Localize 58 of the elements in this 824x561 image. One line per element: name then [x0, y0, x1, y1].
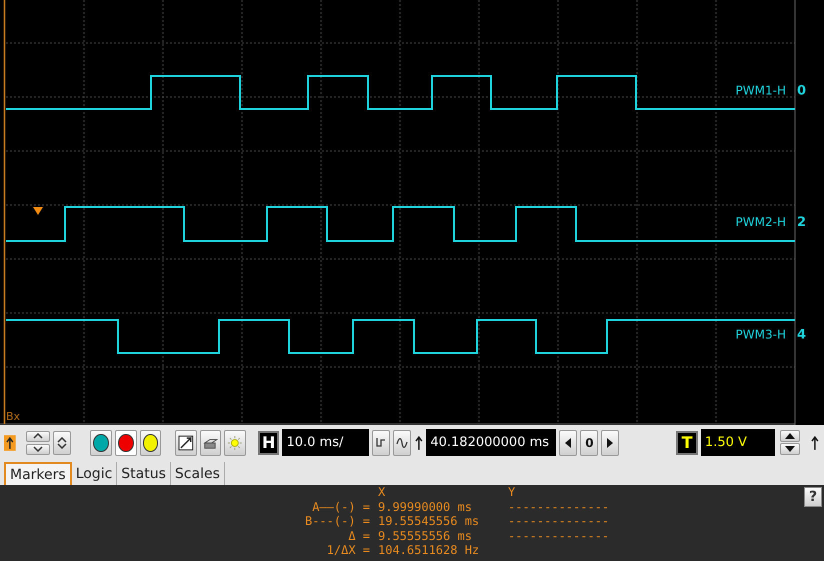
sine-button[interactable] — [392, 430, 411, 456]
up-arrow-icon[interactable] — [810, 434, 820, 450]
channel-number: 4 — [797, 328, 806, 342]
y-value: -------------- — [508, 528, 610, 543]
channel-number: 2 — [797, 215, 806, 230]
color-button[interactable] — [140, 430, 162, 456]
marker-label: Bx — [6, 410, 20, 423]
trigger-level-field[interactable]: 1.50 V — [700, 429, 776, 456]
up-arrow-icon[interactable] — [414, 434, 424, 450]
trigger-key[interactable]: T — [676, 430, 698, 454]
right-triangle-icon — [607, 438, 614, 448]
chevron-down-icon — [32, 446, 43, 452]
help-button[interactable]: ? — [804, 487, 822, 507]
color-button[interactable] — [90, 430, 112, 456]
level-up-button[interactable] — [780, 430, 800, 442]
column-header: Y — [508, 485, 516, 500]
level-down-button[interactable] — [780, 443, 800, 455]
pulse-button[interactable] — [372, 430, 390, 456]
marker-row-label: Δ = — [347, 528, 370, 543]
down-triangle-icon — [785, 446, 796, 452]
marker-row-label: B---(-) = — [304, 514, 370, 528]
up-arrow-icon[interactable] — [4, 434, 16, 450]
channel-label: PWM3-H — [736, 328, 786, 342]
sun-icon — [227, 434, 243, 452]
sine-icon — [396, 436, 408, 450]
timebase-field[interactable]: 10.0 ms/ — [282, 429, 369, 456]
scroll-down-button[interactable] — [26, 444, 50, 454]
channel-label: PWM1-H — [736, 84, 786, 98]
tab[interactable]: Markers — [4, 462, 72, 485]
x-value: 9.55555556 ms — [378, 528, 473, 543]
trigger-marker-icon[interactable] — [33, 207, 43, 215]
x-value: 9.99990000 ms — [378, 500, 473, 514]
export-icon — [178, 434, 194, 450]
chevron-up-icon — [56, 436, 67, 442]
horizontal-key[interactable]: H — [258, 430, 280, 454]
x-value: 19.55545556 ms — [378, 514, 480, 528]
marker-row-label: A——(-) = — [311, 500, 370, 514]
print-button[interactable] — [200, 430, 222, 456]
chevron-up-icon — [32, 433, 43, 439]
left-triangle-icon — [565, 438, 572, 448]
step-left-button[interactable] — [559, 430, 578, 456]
zoom-button[interactable] — [52, 430, 71, 454]
position-field[interactable]: 40.182000000 ms — [426, 429, 556, 456]
pulse-icon — [374, 436, 387, 450]
color-button[interactable] — [114, 430, 137, 456]
step-right-button[interactable] — [601, 430, 620, 456]
scroll-up-button[interactable] — [26, 430, 50, 442]
y-value: -------------- — [508, 500, 610, 514]
x-value: 104.6511628 Hz — [378, 543, 480, 558]
export-button[interactable] — [175, 430, 197, 456]
up-triangle-icon — [785, 433, 796, 439]
column-header: X — [378, 485, 386, 500]
step-button[interactable]: 0 — [580, 430, 598, 456]
channel-label: PWM2-H — [736, 215, 786, 229]
chevron-down-icon — [56, 442, 67, 448]
marker-row-label: 1/ΔX = — [326, 543, 370, 558]
y-value: -------------- — [508, 514, 610, 528]
channel-number: 0 — [797, 84, 806, 98]
